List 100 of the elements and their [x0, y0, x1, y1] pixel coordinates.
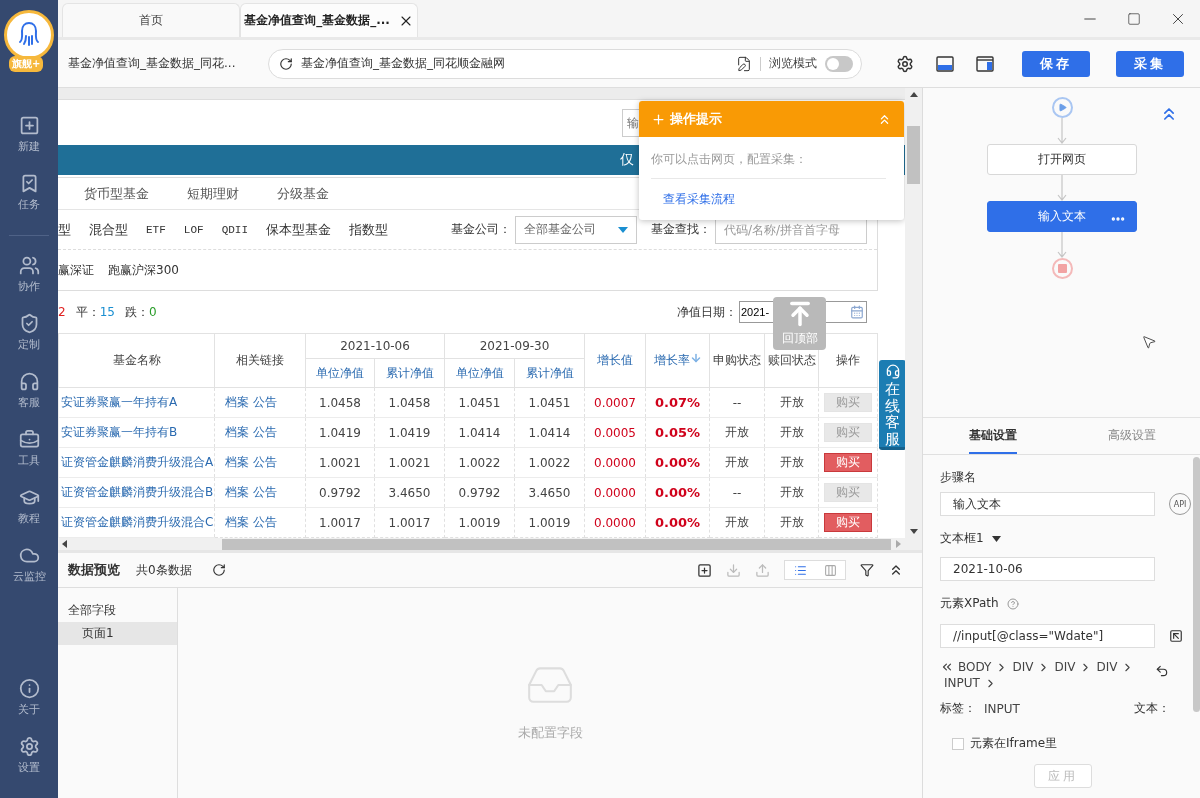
sidebar-item[interactable]: 教程 [0, 477, 58, 535]
sidebar-item[interactable]: 客服 [0, 361, 58, 419]
primary-button[interactable]: 采集 [1116, 50, 1184, 77]
sort-arrow-icon [689, 352, 702, 364]
sidebar-item[interactable]: 云监控 [0, 535, 58, 593]
related-link[interactable]: 公告 [253, 425, 277, 439]
breadcrumb-item[interactable]: BODY [954, 660, 996, 674]
dropdown-caret-icon[interactable] [991, 535, 1001, 542]
sidebar-item[interactable]: 设置 [0, 726, 58, 784]
filter-icon[interactable] [860, 563, 874, 577]
fund-category-tab[interactable]: 短期理财 [187, 184, 239, 203]
settings-tab[interactable]: 基础设置 [923, 418, 1062, 454]
logo-icon [4, 10, 54, 60]
refresh-icon[interactable] [279, 56, 293, 71]
element-picker-icon[interactable] [1169, 629, 1183, 643]
fund-type-link[interactable]: ETF [146, 223, 166, 236]
column-header[interactable]: 单位净值 [444, 358, 515, 388]
start-node[interactable] [1051, 97, 1073, 118]
table-cell: 1.0419 [305, 417, 375, 448]
related-link[interactable]: 档案 [225, 455, 249, 469]
list-view-button[interactable] [785, 561, 815, 579]
fund-type-link[interactable]: 型 [58, 220, 71, 239]
breadcrumb-item[interactable]: DIV [1050, 660, 1080, 674]
fund-type-link[interactable]: QDII [221, 223, 249, 236]
field-tree-item[interactable]: 全部字段 [58, 598, 177, 622]
iframe-checkbox[interactable] [952, 737, 964, 750]
fund-type-link[interactable]: LOF [183, 223, 204, 236]
breadcrumb-item[interactable]: DIV [1092, 660, 1122, 674]
fund-type-link[interactable]: 保本型基金 [266, 220, 332, 239]
upload-icon[interactable] [755, 562, 770, 578]
column-header: 相关链接 [214, 333, 306, 388]
table-cell: 开放 [709, 507, 765, 538]
browser-tab[interactable]: 首页 [62, 3, 240, 37]
online-service-button[interactable]: 在线客服 [879, 360, 905, 450]
sidebar-item[interactable]: 协作 [0, 245, 58, 303]
vertical-scrollbar[interactable] [905, 88, 922, 550]
related-link[interactable]: 档案 [225, 515, 249, 529]
scroll-up-arrow-icon[interactable] [908, 90, 919, 98]
end-node[interactable] [1051, 258, 1073, 279]
column-header[interactable]: 单位净值 [305, 358, 375, 388]
browser-tab[interactable]: 基金净值查询_基金数据_... [240, 3, 418, 37]
buy-button[interactable]: 购买 [824, 513, 872, 532]
primary-button[interactable]: 保存 [1022, 50, 1090, 77]
text-value-field[interactable]: 2021-10-06 [940, 557, 1155, 581]
related-link[interactable]: 档案 [225, 395, 249, 409]
related-link[interactable]: 公告 [253, 395, 277, 409]
scrollbar-thumb[interactable] [222, 538, 891, 550]
column-header[interactable]: 增长值 [584, 333, 646, 388]
table-cell: 3.4650 [514, 477, 585, 508]
popup-link[interactable]: 查看采集流程 [663, 191, 735, 208]
scrollbar-thumb[interactable] [907, 126, 920, 184]
related-link[interactable]: 公告 [253, 485, 277, 499]
quick-filter-link[interactable]: 赢深证 [58, 261, 94, 279]
browse-mode-toggle[interactable] [825, 55, 853, 72]
side-panel-icon[interactable] [976, 55, 994, 72]
sidebar-item[interactable]: 关于 [0, 668, 58, 726]
column-header[interactable]: 增长率 [645, 333, 710, 388]
flow-step[interactable]: 输入文本 [987, 201, 1137, 232]
add-column-icon[interactable] [697, 562, 712, 578]
address-field[interactable]: 基金净值查询_基金数据_同花顺金融网 浏览模式 [268, 48, 862, 79]
breadcrumb-item[interactable]: INPUT [940, 676, 984, 690]
flow-step[interactable]: 打开网页 [987, 144, 1137, 175]
settings-icon[interactable] [896, 54, 914, 73]
breadcrumb-item[interactable]: DIV [1008, 660, 1038, 674]
step-name-field[interactable]: 输入文本 [940, 492, 1155, 516]
related-link[interactable]: 公告 [253, 515, 277, 529]
fund-category-tab[interactable]: 货币型基金 [84, 184, 149, 203]
related-link[interactable]: 档案 [225, 485, 249, 499]
document-edit-icon[interactable] [736, 55, 752, 72]
dropdown-caret-icon [618, 226, 628, 233]
calendar-icon[interactable] [850, 305, 864, 319]
return-icon[interactable] [1155, 664, 1169, 678]
scrollbar-thumb[interactable] [1192, 457, 1200, 712]
fund-type-link[interactable]: 指数型 [349, 220, 389, 239]
maximize-icon[interactable] [1127, 11, 1141, 26]
field-tree-item[interactable]: 页面1 [58, 622, 177, 645]
fund-category-tab[interactable]: 分级基金 [277, 184, 329, 203]
related-link[interactable]: 公告 [253, 455, 277, 469]
quick-filter-link[interactable]: 跑赢沪深300 [108, 261, 179, 279]
fund-type-link[interactable]: 混合型 [89, 220, 128, 239]
sidebar-item[interactable]: 定制 [0, 303, 58, 361]
horizontal-scrollbar[interactable] [58, 538, 905, 550]
scroll-down-arrow-icon[interactable] [908, 528, 919, 536]
grid-view-button[interactable] [815, 561, 845, 579]
company-select[interactable]: 全部基金公司 [515, 215, 637, 244]
view-toggle[interactable] [784, 560, 846, 580]
double-chevron-left-icon[interactable] [940, 660, 954, 674]
related-link[interactable]: 档案 [225, 425, 249, 439]
sidebar-item[interactable]: 工具 [0, 419, 58, 477]
sidebar-item[interactable]: 新建 [0, 105, 58, 163]
bottom-panel-icon[interactable] [936, 55, 954, 72]
download-icon[interactable] [726, 562, 741, 578]
buy-button[interactable]: 购买 [824, 453, 872, 472]
help-icon[interactable] [1006, 597, 1019, 610]
table-cell: 1.0022 [444, 447, 515, 478]
sidebar-item[interactable]: 任务 [0, 163, 58, 221]
column-header[interactable]: 累计净值 [374, 358, 445, 388]
xpath-field[interactable]: //input[@class="Wdate"] [940, 624, 1155, 648]
settings-tab[interactable]: 高级设置 [1062, 418, 1200, 454]
refresh-icon[interactable] [211, 563, 226, 577]
